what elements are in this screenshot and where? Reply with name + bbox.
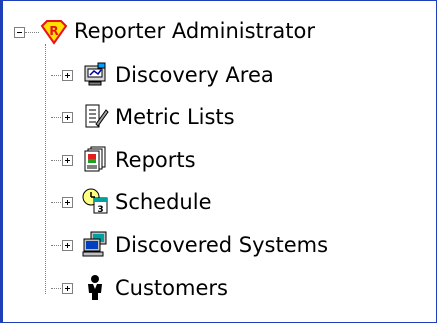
metric-list-icon bbox=[81, 102, 109, 130]
tree-item-label[interactable]: Schedule bbox=[115, 188, 212, 216]
discovered-systems-icon bbox=[81, 230, 109, 258]
tree-item-label[interactable]: Discovery Area bbox=[115, 61, 274, 89]
schedule-icon: 3 bbox=[81, 187, 109, 215]
reports-icon bbox=[81, 145, 109, 173]
tree-trunk-line bbox=[45, 44, 46, 294]
customers-expand-toggle[interactable] bbox=[62, 283, 73, 294]
tree-item-label[interactable]: Metric Lists bbox=[115, 103, 235, 131]
navigation-tree: R Reporter Administrator Discovery Area … bbox=[0, 0, 439, 325]
reporter-logo-icon: R bbox=[40, 18, 68, 46]
schedule-expand-toggle[interactable] bbox=[62, 197, 73, 208]
tree-item-label[interactable]: Reports bbox=[115, 146, 196, 174]
svg-text:3: 3 bbox=[97, 205, 103, 215]
root-connector-line bbox=[25, 32, 39, 33]
discovery-area-icon bbox=[81, 60, 109, 88]
metric-lists-expand-toggle[interactable] bbox=[62, 112, 73, 123]
svg-text:R: R bbox=[49, 24, 58, 38]
tree-item-label[interactable]: Discovered Systems bbox=[115, 231, 328, 259]
discovery-area-expand-toggle[interactable] bbox=[62, 70, 73, 81]
tree-root-label[interactable]: Reporter Administrator bbox=[74, 17, 315, 45]
customers-icon bbox=[81, 273, 109, 301]
root-collapse-toggle[interactable] bbox=[14, 27, 25, 38]
discovered-systems-expand-toggle[interactable] bbox=[62, 240, 73, 251]
tree-item-label[interactable]: Customers bbox=[115, 274, 228, 302]
reports-expand-toggle[interactable] bbox=[62, 155, 73, 166]
